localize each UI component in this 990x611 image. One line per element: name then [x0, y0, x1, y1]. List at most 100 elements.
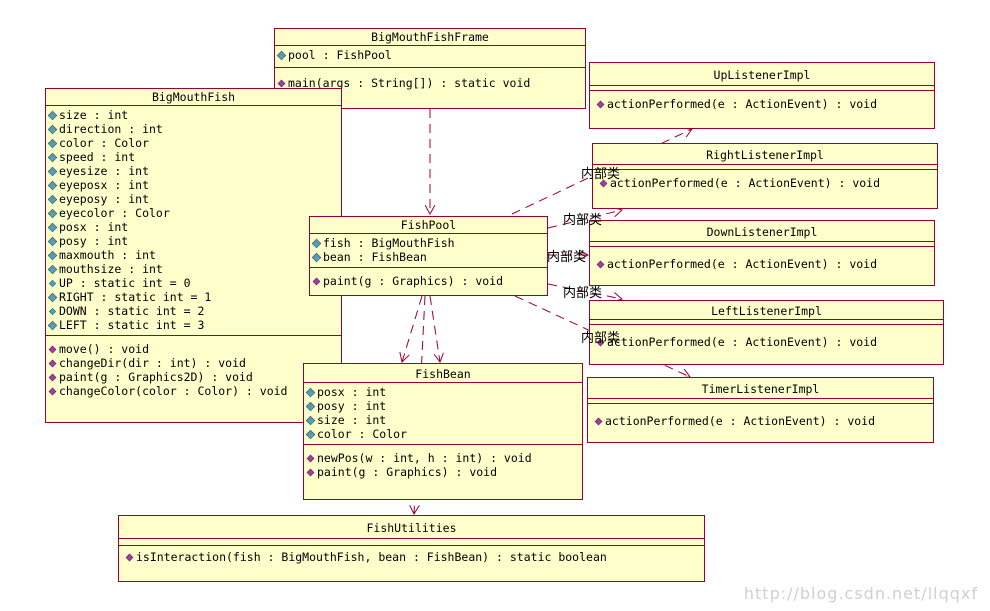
attribute-row: posy : int — [47, 234, 339, 248]
field-icon — [47, 138, 58, 148]
field-icon — [47, 250, 58, 260]
class-fishbean[interactable]: FishBean posx : int posy : int size : in… — [303, 363, 583, 500]
field-icon — [47, 166, 58, 176]
class-fishpool[interactable]: FishPool fish : BigMouthFish bean : Fish… — [309, 216, 548, 296]
dep-pool-bean-2 — [402, 295, 423, 362]
attributes: size : int direction : int color : Color… — [46, 106, 341, 336]
attribute-row: size : int — [305, 413, 580, 427]
field-icon — [47, 320, 58, 330]
field-icon — [305, 429, 316, 439]
methods: actionPerformed(e : ActionEvent) : void — [588, 404, 933, 431]
field-icon — [47, 110, 58, 120]
attribute-row: eyeposx : int — [47, 178, 339, 192]
field-icon — [311, 252, 322, 262]
field-icon — [47, 152, 58, 162]
attribute-row: eyeposy : int — [47, 192, 339, 206]
dep-pool-bean — [429, 295, 440, 362]
method-row: isInteraction(fish : BigMouthFish, bean … — [125, 550, 702, 564]
inner-class-label-up: 内部类 — [581, 167, 621, 182]
method-row: actionPerformed(e : ActionEvent) : void — [596, 335, 941, 349]
attribute-row: RIGHT : static int = 1 — [47, 290, 339, 304]
methods: actionPerformed(e : ActionEvent) : void — [590, 91, 934, 114]
class-name: BigMouthFishFrame — [275, 29, 585, 46]
static-field-icon — [48, 307, 57, 315]
class-name: UpListenerImpl — [590, 63, 934, 86]
inner-class-label-timer: 内部类 — [581, 331, 621, 346]
class-bigmouthfish[interactable]: BigMouthFish size : int direction : int … — [45, 88, 342, 423]
method-icon — [125, 553, 134, 561]
class-name: LeftListenerImpl — [590, 301, 943, 320]
method-icon — [596, 260, 605, 268]
attributes — [119, 539, 704, 546]
method-row: move() : void — [48, 342, 339, 356]
method-icon — [312, 277, 321, 285]
class-name: RightListenerImpl — [593, 144, 937, 165]
class-uplistenerimpl[interactable]: UpListenerImpl actionPerformed(e : Actio… — [589, 62, 935, 129]
attribute-row: eyecolor : Color — [47, 206, 339, 220]
method-icon — [48, 345, 57, 353]
attribute-row: DOWN : static int = 2 — [48, 304, 339, 318]
method-row: actionPerformed(e : ActionEvent) : void — [594, 414, 931, 428]
methods: move() : void changeDir(dir : int) : voi… — [46, 336, 341, 401]
attribute-row: bean : FishBean — [311, 250, 545, 264]
method-row: paint(g : Graphics2D) : void — [48, 370, 339, 384]
attribute-row: UP : static int = 0 — [48, 276, 339, 290]
attribute-row: LEFT : static int = 3 — [47, 318, 339, 332]
class-leftlistenerimpl[interactable]: LeftListenerImpl actionPerformed(e : Act… — [589, 300, 944, 365]
methods: actionPerformed(e : ActionEvent) : void — [590, 325, 943, 352]
field-icon — [47, 292, 58, 302]
attribute-row: speed : int — [47, 150, 339, 164]
inner-class-label-down: 内部类 — [547, 250, 587, 265]
method-icon — [594, 417, 603, 425]
field-icon — [47, 180, 58, 190]
inner-class-label-right: 内部类 — [563, 213, 603, 228]
methods: actionPerformed(e : ActionEvent) : void — [593, 170, 937, 193]
attributes: pool : FishPool — [275, 46, 585, 68]
class-fishutilities[interactable]: FishUtilities isInteraction(fish : BigMo… — [118, 515, 705, 582]
watermark: http://blog.csdn.net/llqqxf — [743, 584, 978, 603]
method-row: actionPerformed(e : ActionEvent) : void — [596, 97, 932, 111]
class-name: TimerListenerImpl — [588, 378, 933, 399]
attributes: fish : BigMouthFish bean : FishBean — [310, 234, 547, 268]
class-downlistenerimpl[interactable]: DownListenerImpl actionPerformed(e : Act… — [589, 220, 935, 286]
field-icon — [47, 222, 58, 232]
attributes: posx : int posy : int size : int color :… — [304, 383, 582, 445]
methods: newPos(w : int, h : int) : void paint(g … — [304, 445, 582, 482]
attribute-row: posx : int — [47, 220, 339, 234]
field-icon — [305, 387, 316, 397]
attribute-row: color : Color — [47, 136, 339, 150]
attribute-row: fish : BigMouthFish — [311, 236, 545, 250]
class-rightlistenerimpl[interactable]: RightListenerImpl actionPerformed(e : Ac… — [592, 143, 938, 209]
class-name: DownListenerImpl — [590, 221, 934, 242]
method-icon — [48, 373, 57, 381]
attribute-row: maxmouth : int — [47, 248, 339, 262]
attribute-row: color : Color — [305, 427, 580, 441]
field-icon — [47, 194, 58, 204]
field-icon — [305, 401, 316, 411]
field-icon — [311, 238, 322, 248]
method-icon — [306, 454, 315, 462]
inner-class-label-left: 内部类 — [563, 286, 603, 301]
method-row: newPos(w : int, h : int) : void — [306, 451, 580, 465]
attribute-row: size : int — [47, 108, 339, 122]
method-icon — [48, 359, 57, 367]
attribute-row: posx : int — [305, 385, 580, 399]
attribute-row: posy : int — [305, 399, 580, 413]
method-icon — [596, 100, 605, 108]
class-name: FishUtilities — [119, 516, 704, 539]
static-field-icon — [48, 279, 57, 287]
method-icon — [48, 387, 57, 395]
field-icon — [47, 236, 58, 246]
attribute-row: direction : int — [47, 122, 339, 136]
field-icon — [47, 264, 58, 274]
class-timerlistenerimpl[interactable]: TimerListenerImpl actionPerformed(e : Ac… — [587, 377, 934, 443]
field-icon — [47, 124, 58, 134]
methods: paint(g : Graphics) : void — [310, 268, 547, 291]
method-row: changeColor(color : Color) : void — [48, 384, 339, 398]
method-icon — [277, 79, 286, 87]
field-icon — [276, 50, 287, 60]
method-row: changeDir(dir : int) : void — [48, 356, 339, 370]
method-row: paint(g : Graphics) : void — [306, 465, 580, 479]
class-name: FishPool — [310, 217, 547, 234]
method-icon — [306, 468, 315, 476]
